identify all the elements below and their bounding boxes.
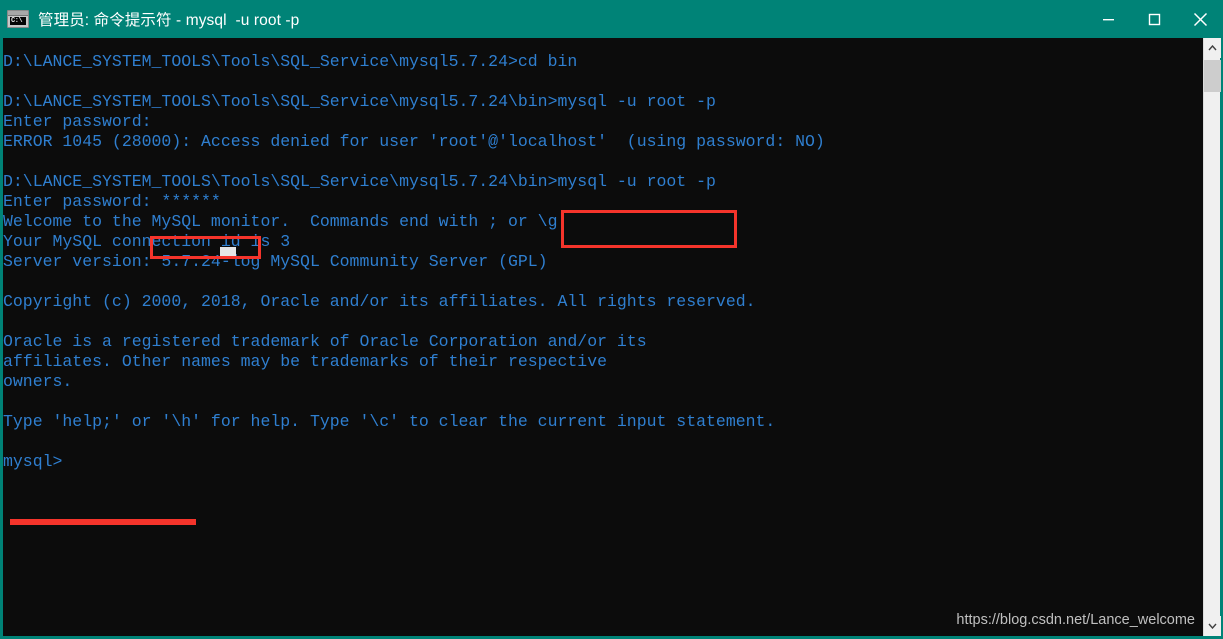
console-line: D:\LANCE_SYSTEM_TOOLS\Tools\SQL_Service\… (3, 52, 578, 71)
text-cursor (220, 247, 236, 256)
minimize-icon (1102, 18, 1114, 20)
watermark-url: https://blog.csdn.net/Lance_welcome (956, 612, 1195, 628)
chevron-up-icon (1208, 45, 1217, 51)
console-line: D:\LANCE_SYSTEM_TOOLS\Tools\SQL_Service\… (3, 172, 716, 191)
scrollbar-thumb[interactable] (1204, 60, 1221, 92)
console-line: Enter password: ****** (3, 192, 221, 211)
console-line: Server version: 5.7.24-log MySQL Communi… (3, 252, 548, 271)
maximize-icon (1148, 13, 1160, 25)
terminal-output-area[interactable]: D:\LANCE_SYSTEM_TOOLS\Tools\SQL_Service\… (3, 38, 1203, 636)
close-icon (1193, 12, 1207, 26)
console-text: D:\LANCE_SYSTEM_TOOLS\Tools\SQL_Service\… (3, 38, 1203, 472)
scroll-down-button[interactable] (1204, 616, 1221, 636)
console-line: mysql> (3, 452, 63, 471)
minimize-button[interactable] (1085, 0, 1131, 38)
annotation-underline-prompt (10, 519, 196, 525)
icon-prompt-glyph: C:\ (10, 17, 26, 25)
window-title: 管理员: 命令提示符 - mysql -u root -p (38, 12, 300, 29)
console-line: Welcome to the MySQL monitor. Commands e… (3, 212, 568, 231)
console-line: Type 'help;' or '\h' for help. Type '\c'… (3, 412, 776, 431)
console-line: Oracle is a registered trademark of Orac… (3, 332, 647, 351)
console-line: Enter password: (3, 112, 152, 131)
icon-titlebar-strip (8, 11, 28, 16)
window-controls (1085, 0, 1223, 38)
command-prompt-window: C:\ 管理员: 命令提示符 - mysql -u root -p D:\LAN… (0, 0, 1223, 639)
console-line: D:\LANCE_SYSTEM_TOOLS\Tools\SQL_Service\… (3, 92, 716, 111)
chevron-down-icon (1208, 623, 1217, 629)
title-bar[interactable]: C:\ 管理员: 命令提示符 - mysql -u root -p (0, 0, 1223, 38)
console-line: affiliates. Other names may be trademark… (3, 352, 607, 371)
close-button[interactable] (1177, 0, 1223, 38)
console-line: owners. (3, 372, 73, 391)
scroll-up-button[interactable] (1204, 38, 1221, 58)
maximize-button[interactable] (1131, 0, 1177, 38)
console-line: Copyright (c) 2000, 2018, Oracle and/or … (3, 292, 756, 311)
cmd-console-icon: C:\ (7, 10, 29, 28)
console-line: Your MySQL connection id is 3 (3, 232, 291, 251)
vertical-scrollbar[interactable] (1203, 38, 1221, 636)
scrollbar-track[interactable] (1204, 58, 1221, 616)
console-line: ERROR 1045 (28000): Access denied for us… (3, 132, 825, 151)
